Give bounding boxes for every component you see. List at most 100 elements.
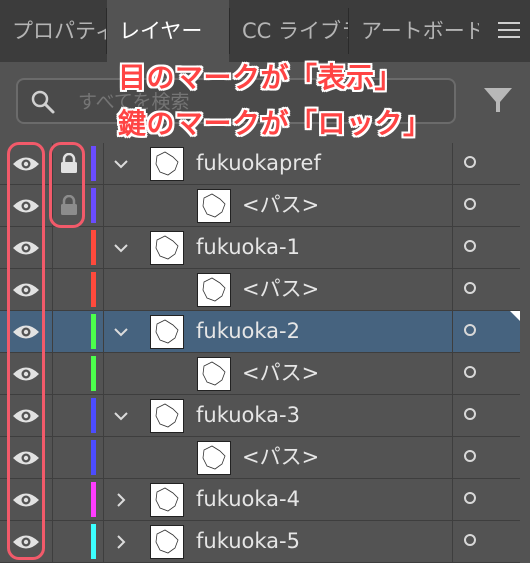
layer-row[interactable]: fukuoka-3 [0, 395, 520, 437]
layer-thumbnail [150, 399, 184, 433]
lock-toggle[interactable] [52, 269, 90, 310]
column-divider [103, 479, 104, 521]
column-divider [452, 185, 453, 227]
layer-name[interactable]: <パス> [242, 437, 319, 478]
layer-color-swatch [91, 314, 96, 349]
column-divider [103, 143, 104, 185]
chevron-right-icon[interactable] [112, 491, 130, 509]
column-divider [452, 143, 453, 185]
column-divider [52, 227, 53, 269]
layer-name[interactable]: fukuoka-1 [196, 227, 300, 268]
panel-menu-icon[interactable] [498, 22, 520, 40]
column-divider [452, 395, 453, 437]
annotation-lock: 鍵のマークが「ロック」 [118, 107, 432, 140]
chevron-down-icon[interactable] [112, 407, 130, 425]
layer-name[interactable]: fukuoka-2 [196, 311, 300, 352]
column-divider [452, 353, 453, 395]
target-circle-icon[interactable] [464, 198, 476, 210]
lock-toggle[interactable] [52, 395, 90, 436]
column-divider [452, 479, 453, 521]
column-divider [103, 437, 104, 479]
panel-tab-bar: プロパティ レイヤー CC ライブラリ アートボード [0, 0, 530, 62]
column-divider [103, 395, 104, 437]
column-divider [452, 227, 453, 269]
column-divider [452, 311, 453, 353]
layer-row[interactable]: fukuoka-5 [0, 521, 520, 563]
layer-name[interactable]: <パス> [242, 353, 319, 394]
layer-name[interactable]: fukuoka-4 [196, 479, 300, 520]
target-circle-icon[interactable] [464, 492, 476, 504]
lock-toggle[interactable] [52, 227, 90, 268]
column-divider [452, 521, 453, 563]
column-divider [52, 521, 53, 563]
selection-indicator [510, 311, 520, 321]
layer-thumbnail [150, 147, 184, 181]
chevron-down-icon[interactable] [112, 155, 130, 173]
layer-color-swatch [91, 524, 96, 559]
layer-color-swatch [91, 146, 96, 181]
layer-row[interactable]: fukuoka-4 [0, 479, 520, 521]
layer-thumbnail [197, 357, 231, 391]
layer-color-swatch [91, 356, 96, 391]
column-divider [52, 353, 53, 395]
layer-name[interactable]: fukuoka-5 [196, 521, 300, 562]
layer-row[interactable]: <パス> [0, 437, 520, 479]
lock-toggle[interactable] [52, 521, 90, 562]
target-circle-icon[interactable] [464, 282, 476, 294]
column-divider [103, 269, 104, 311]
column-divider [103, 311, 104, 353]
column-divider [103, 227, 104, 269]
column-divider [52, 311, 53, 353]
lock-toggle[interactable] [52, 479, 90, 520]
lock-toggle[interactable] [52, 437, 90, 478]
tab-artboards[interactable]: アートボード [349, 0, 479, 62]
lock-toggle[interactable] [52, 353, 90, 394]
layer-row[interactable]: fukuoka-1 [0, 227, 520, 269]
chevron-right-icon[interactable] [112, 533, 130, 551]
column-divider [103, 185, 104, 227]
layer-thumbnail [197, 441, 231, 475]
target-circle-icon[interactable] [464, 366, 476, 378]
lock-column-highlight [49, 142, 85, 228]
tab-layers[interactable]: レイヤー [107, 0, 229, 62]
target-circle-icon[interactable] [464, 450, 476, 462]
column-divider [452, 437, 453, 479]
target-circle-icon[interactable] [464, 240, 476, 252]
annotation-visibility: 目のマークが「表示」 [118, 61, 404, 94]
tab-properties[interactable]: プロパティ [0, 0, 106, 62]
layer-thumbnail [150, 315, 184, 349]
target-circle-icon[interactable] [464, 534, 476, 546]
search-icon [31, 90, 55, 114]
layer-name[interactable]: <パス> [242, 269, 319, 310]
column-divider [52, 269, 53, 311]
chevron-down-icon[interactable] [112, 239, 130, 257]
layer-thumbnail [150, 483, 184, 517]
column-divider [452, 269, 453, 311]
layer-thumbnail [150, 231, 184, 265]
layer-name[interactable]: fukuokapref [196, 143, 321, 184]
layer-color-swatch [91, 230, 96, 265]
target-circle-icon[interactable] [464, 156, 476, 168]
chevron-down-icon[interactable] [112, 323, 130, 341]
layer-thumbnail [197, 273, 231, 307]
layer-color-swatch [91, 188, 96, 223]
target-circle-icon[interactable] [464, 324, 476, 336]
column-divider [52, 479, 53, 521]
tab-cc-libraries[interactable]: CC ライブラリ [230, 0, 348, 62]
layer-row[interactable]: <パス> [0, 353, 520, 395]
filter-icon[interactable] [484, 88, 512, 112]
layer-color-swatch [91, 272, 96, 307]
layer-name[interactable]: <パス> [242, 185, 319, 226]
column-divider [103, 521, 104, 563]
column-divider [52, 437, 53, 479]
layer-row[interactable]: <パス> [0, 269, 520, 311]
layer-name[interactable]: fukuoka-3 [196, 395, 300, 436]
layer-row[interactable]: fukuoka-2 [0, 311, 520, 353]
target-circle-icon[interactable] [464, 408, 476, 420]
layer-color-swatch [91, 482, 96, 517]
layer-thumbnail [150, 525, 184, 559]
layer-color-swatch [91, 440, 96, 475]
layer-color-swatch [91, 398, 96, 433]
lock-toggle[interactable] [52, 311, 90, 352]
column-divider [103, 353, 104, 395]
